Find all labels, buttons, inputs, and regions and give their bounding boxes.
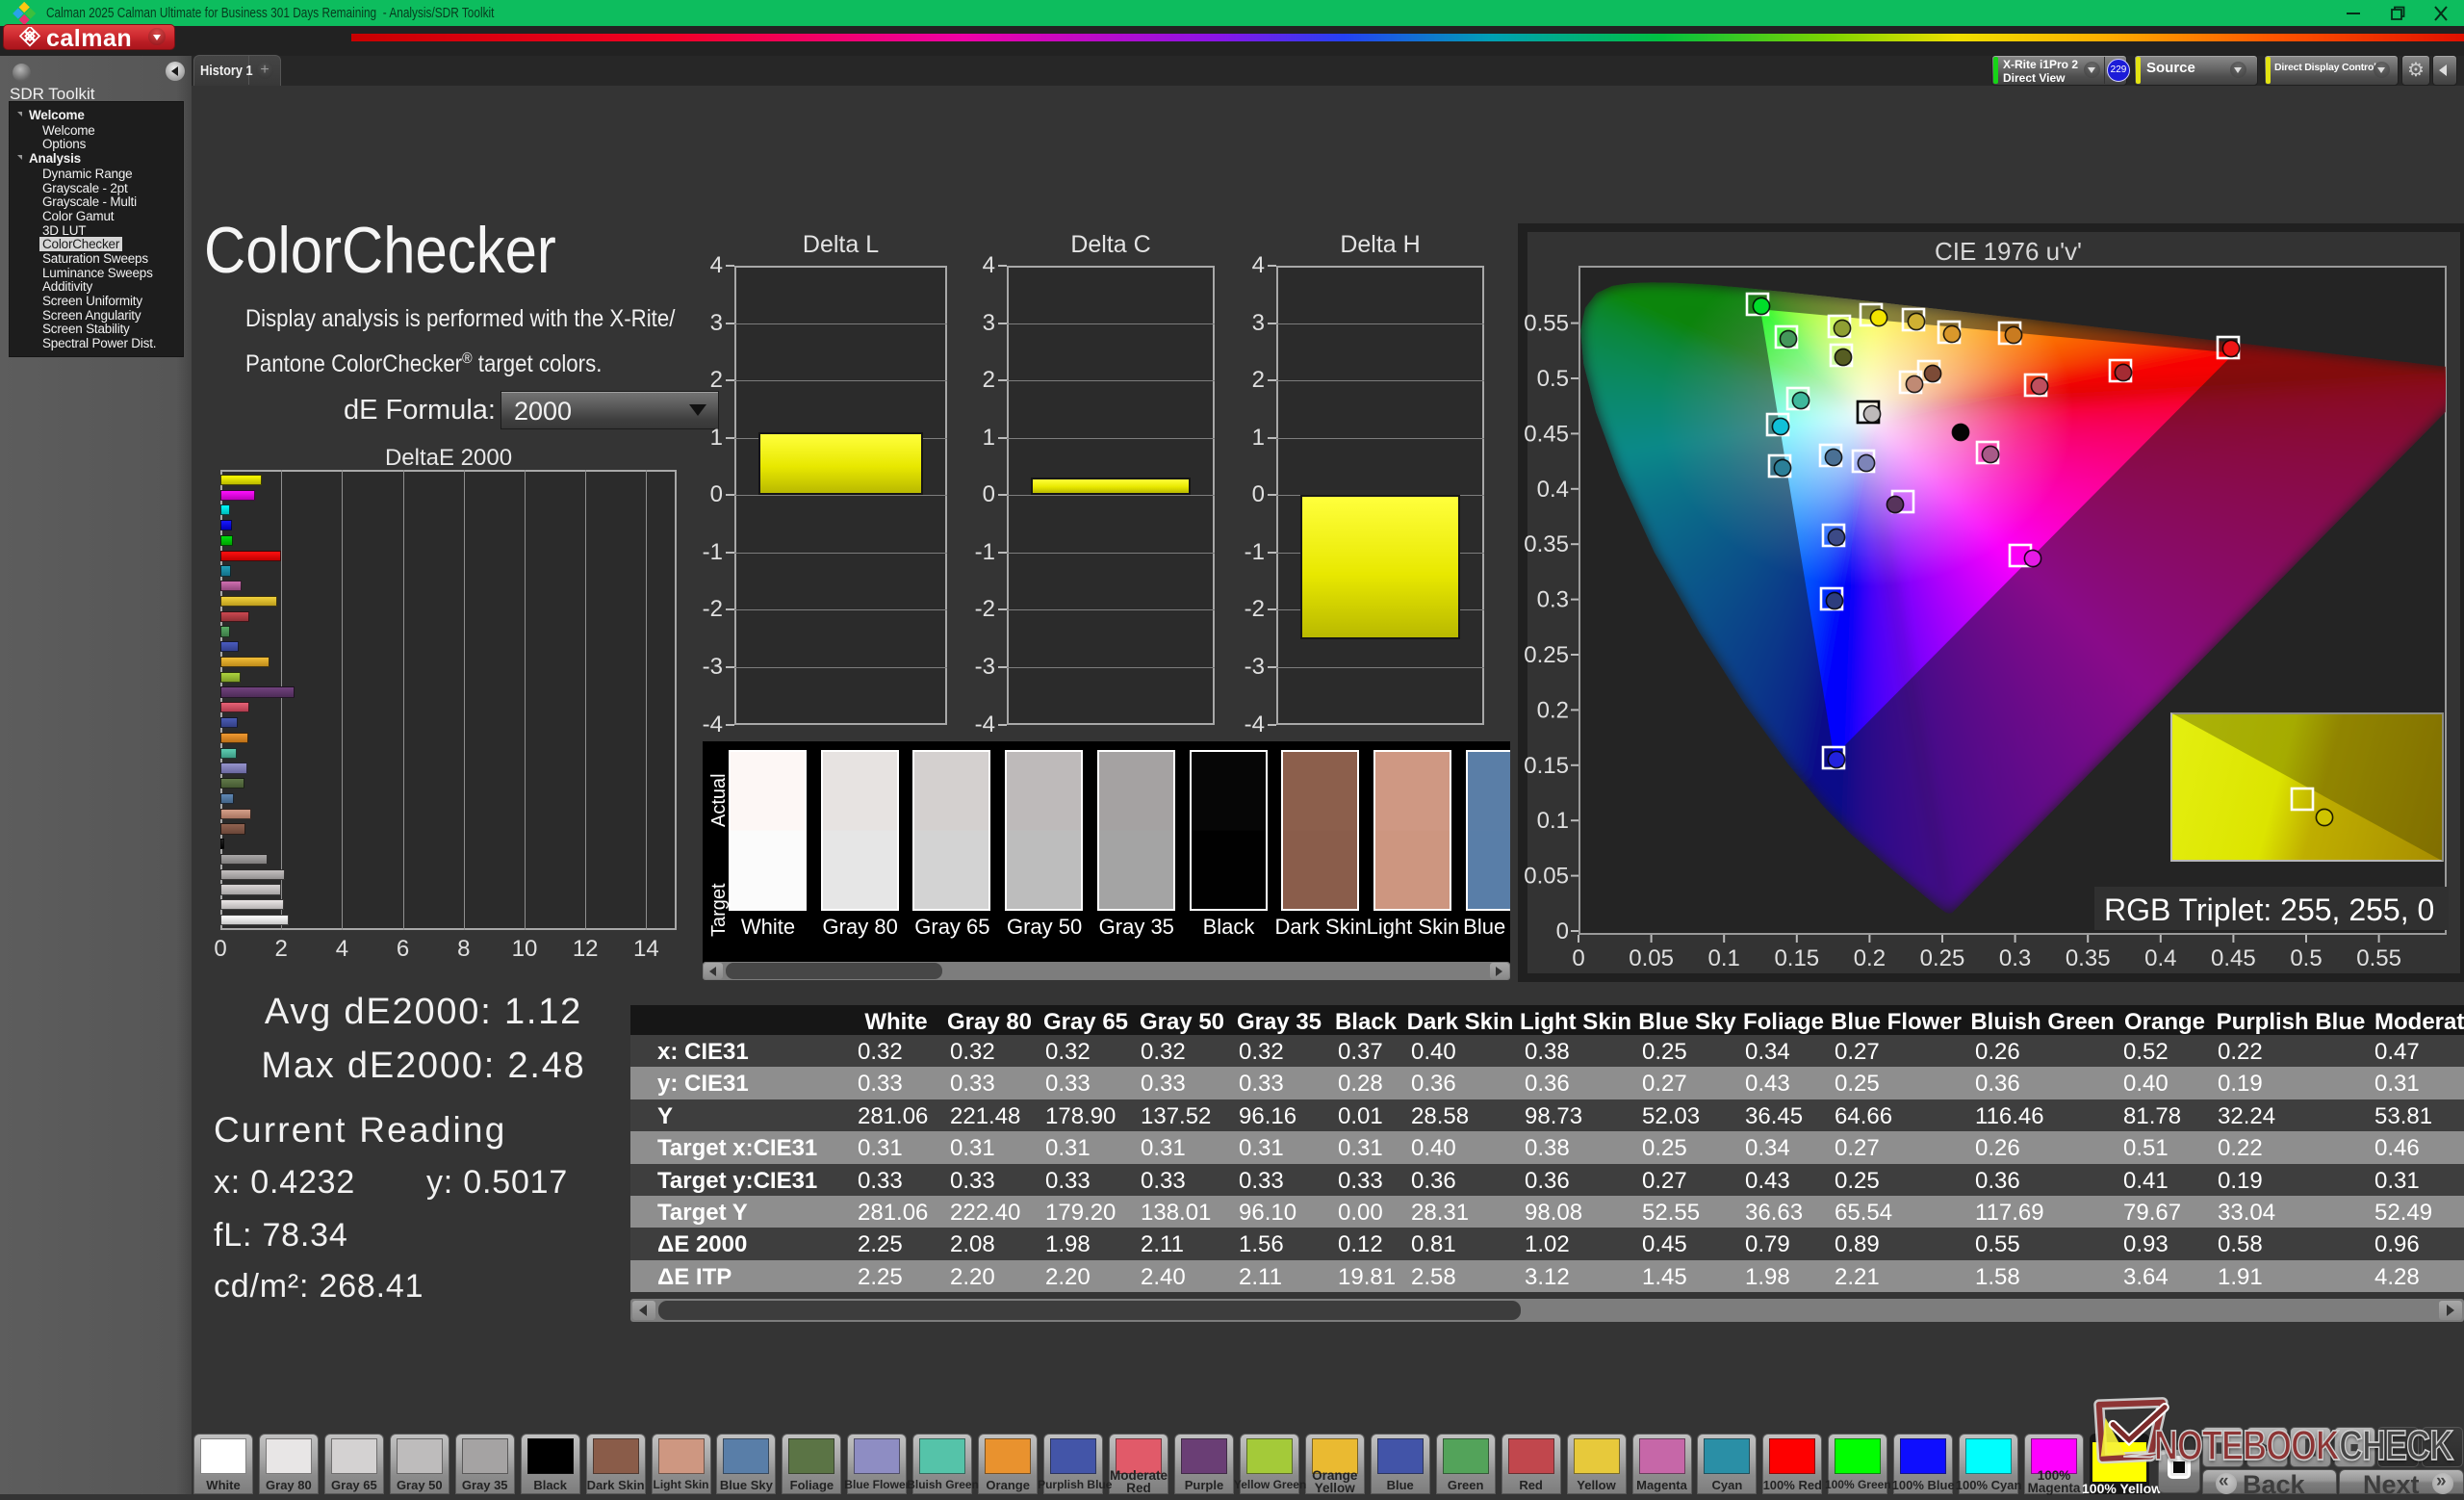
svg-text:0.55: 0.55 [2356,945,2401,971]
svg-text:0.45: 0.45 [1524,421,1569,447]
svg-text:0: 0 [1556,918,1569,944]
svg-text:0.1: 0.1 [1537,808,1569,834]
svg-text:0.35: 0.35 [1524,531,1569,557]
svg-text:0.05: 0.05 [1524,864,1569,890]
svg-text:0.45: 0.45 [2211,945,2256,971]
svg-text:0.35: 0.35 [2066,945,2111,971]
svg-text:0.55: 0.55 [1524,311,1569,337]
svg-text:0.4: 0.4 [1537,477,1569,503]
svg-text:0.3: 0.3 [1999,945,2031,971]
svg-text:0.2: 0.2 [1854,945,1886,971]
svg-text:0.1: 0.1 [1708,945,1740,971]
svg-text:0.3: 0.3 [1537,587,1569,613]
svg-text:0.15: 0.15 [1774,945,1819,971]
svg-text:0.05: 0.05 [1629,945,1674,971]
svg-text:0.5: 0.5 [2290,945,2322,971]
svg-text:0.4: 0.4 [2144,945,2176,971]
svg-text:0: 0 [1572,945,1584,971]
svg-text:0.15: 0.15 [1524,753,1569,779]
svg-text:0.25: 0.25 [1920,945,1965,971]
svg-text:0.2: 0.2 [1537,697,1569,723]
svg-text:0.25: 0.25 [1524,642,1569,668]
svg-text:0.5: 0.5 [1537,366,1569,392]
